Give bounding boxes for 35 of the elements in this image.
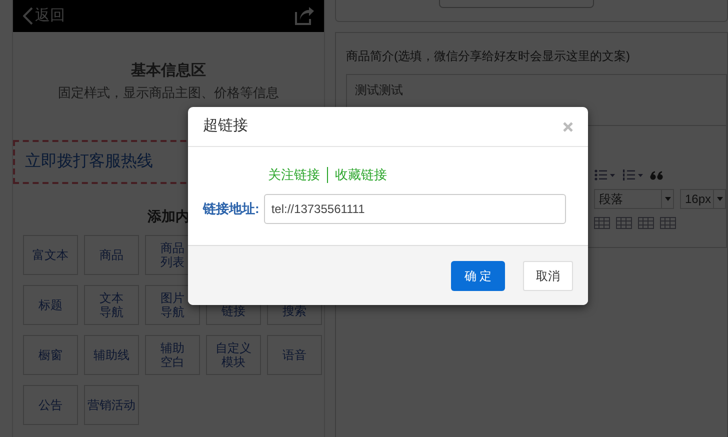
table-icon[interactable]	[638, 217, 654, 229]
table-icon[interactable]	[660, 217, 676, 229]
section-title: 基本信息区	[131, 61, 206, 81]
widget-button[interactable]: 语音	[267, 335, 322, 375]
text-field[interactable]	[439, 0, 594, 8]
widget-button[interactable]: 富文本	[23, 235, 78, 275]
confirm-button[interactable]: 确 定	[451, 260, 505, 290]
widget-button[interactable]: 文本导航	[84, 285, 139, 325]
font-size-select[interactable]: 16px	[680, 189, 726, 209]
widget-button[interactable]: 商品	[84, 235, 139, 275]
widget-button[interactable]: 辅助空白	[145, 335, 200, 375]
field-label: 链接地址:	[203, 200, 260, 218]
widget-button[interactable]: 辅助线	[84, 335, 139, 375]
bulleted-list-icon[interactable]	[594, 169, 616, 181]
link-option[interactable]: 收藏链接	[335, 165, 387, 184]
widget-button[interactable]: 营销活动	[84, 385, 139, 425]
quote-icon[interactable]	[650, 170, 663, 180]
table-icon[interactable]	[616, 217, 632, 229]
widget-button[interactable]: 自定义模块	[206, 335, 261, 375]
field-label: 商品简介(选填，微信分享给好友时会显示这里的文案)	[346, 48, 631, 65]
table-icon[interactable]	[594, 217, 610, 229]
link-option[interactable]: 关注链接	[268, 165, 320, 184]
paragraph-select[interactable]: 段落	[594, 189, 674, 209]
close-icon[interactable]	[563, 122, 573, 132]
caret-icon	[716, 197, 722, 201]
cancel-button[interactable]: 取消	[523, 260, 573, 290]
widget-button[interactable]: 公告	[23, 385, 78, 425]
numbered-list-icon[interactable]	[622, 169, 644, 181]
share-icon[interactable]	[294, 7, 314, 25]
caret-icon	[664, 197, 670, 201]
link-address-field[interactable]: tel://13735561111	[264, 194, 566, 224]
dialog-title: 超链接	[203, 116, 248, 136]
widget-button[interactable]: 橱窗	[23, 335, 78, 375]
chevron-left-icon	[23, 7, 33, 25]
widget-button[interactable]: 标题	[23, 285, 78, 325]
